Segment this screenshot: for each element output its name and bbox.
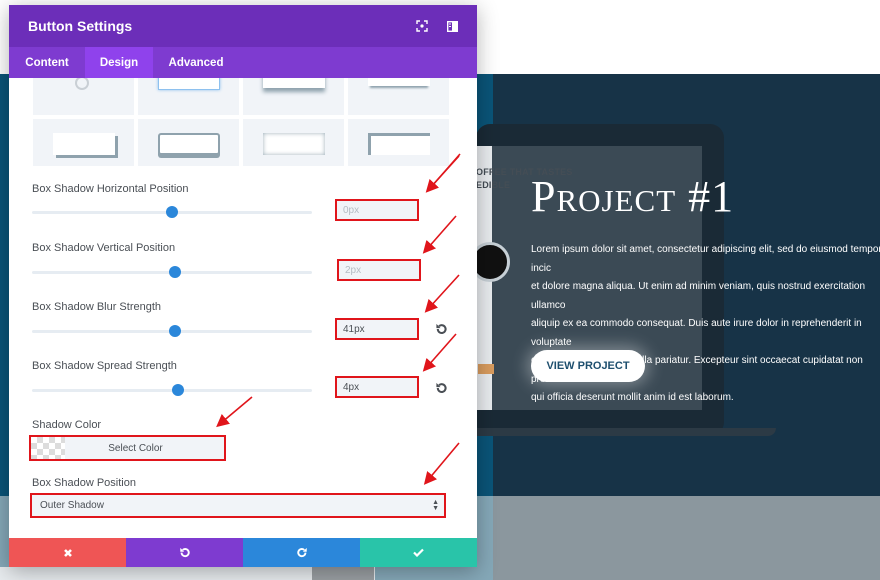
annotation-arrow: [424, 274, 460, 313]
tab-advanced[interactable]: Advanced: [153, 47, 239, 78]
tab-content[interactable]: Content: [9, 47, 85, 78]
hero-body-text: Lorem ipsum dolor sit amet, consectetur …: [531, 244, 880, 403]
redo-button[interactable]: [243, 538, 360, 567]
discard-button[interactable]: [9, 538, 126, 567]
undo-button[interactable]: [126, 538, 243, 567]
annotation-arrow: [422, 215, 457, 254]
close-icon: [63, 548, 72, 557]
save-button[interactable]: [360, 538, 477, 567]
sidebar-toggle-icon[interactable]: [446, 19, 459, 33]
annotation-arrows: [216, 155, 460, 485]
annotation-arrow: [423, 442, 460, 485]
laptop-base: [476, 428, 776, 436]
tab-bar: Content Design Advanced: [9, 47, 477, 78]
modal-footer: [9, 538, 477, 567]
modal-body: Box Shadow Horizontal Position 0px Box S…: [9, 78, 477, 538]
page-canvas: OFFEE THAT TASTES EDIBLE Project #1 Lore…: [0, 0, 880, 580]
annotation-arrow: [422, 333, 457, 372]
check-icon: [413, 548, 424, 557]
fullscreen-icon[interactable]: [416, 19, 428, 32]
undo-icon: [179, 547, 190, 557]
hero-title: Project #1: [531, 172, 735, 221]
mockup-tag: [478, 364, 494, 374]
annotation-arrow-top: [428, 153, 461, 190]
button-settings-modal: Button Settings Content Design Advanced: [9, 5, 477, 567]
modal-title: Button Settings: [28, 18, 133, 34]
view-project-button[interactable]: VIEW PROJECT: [531, 350, 645, 382]
annotation-arrow: [216, 396, 253, 428]
modal-header: Button Settings: [9, 5, 477, 47]
redo-icon: [296, 547, 307, 557]
background-photo-detail: [312, 565, 374, 580]
tab-design[interactable]: Design: [85, 47, 153, 78]
